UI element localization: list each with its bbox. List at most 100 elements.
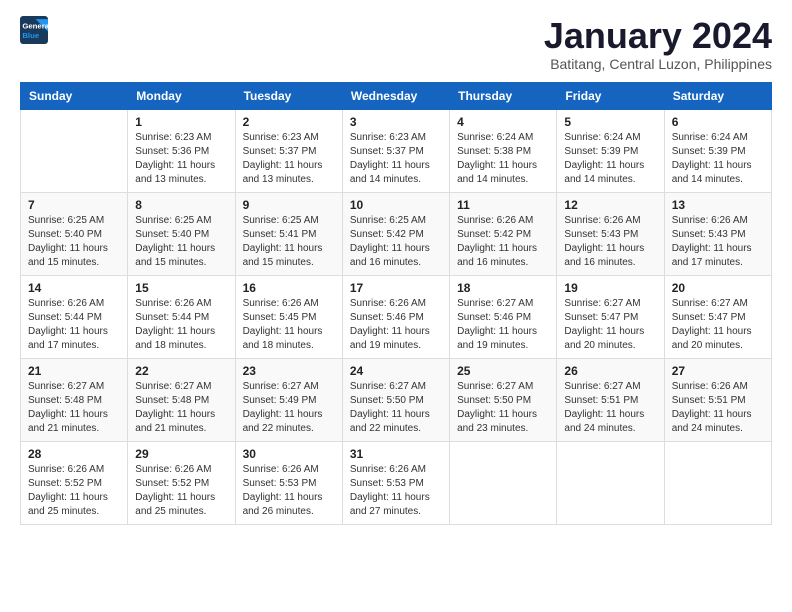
week-row-3: 21 Sunrise: 6:27 AM Sunset: 5:48 PM Dayl… bbox=[21, 358, 772, 441]
header: General Blue January 2024 Batitang, Cent… bbox=[20, 16, 772, 72]
day-info: Sunrise: 6:23 AM Sunset: 5:36 PM Dayligh… bbox=[135, 131, 227, 187]
calendar-cell: 8 Sunrise: 6:25 AM Sunset: 5:40 PM Dayli… bbox=[128, 192, 235, 275]
day-number: 5 bbox=[564, 115, 656, 129]
day-info: Sunrise: 6:27 AM Sunset: 5:47 PM Dayligh… bbox=[672, 297, 764, 353]
calendar-cell: 15 Sunrise: 6:26 AM Sunset: 5:44 PM Dayl… bbox=[128, 275, 235, 358]
day-info: Sunrise: 6:23 AM Sunset: 5:37 PM Dayligh… bbox=[350, 131, 442, 187]
day-info: Sunrise: 6:24 AM Sunset: 5:39 PM Dayligh… bbox=[564, 131, 656, 187]
day-number: 19 bbox=[564, 281, 656, 295]
day-number: 29 bbox=[135, 447, 227, 461]
day-info: Sunrise: 6:27 AM Sunset: 5:50 PM Dayligh… bbox=[457, 380, 549, 436]
day-header-sunday: Sunday bbox=[21, 82, 128, 109]
day-number: 21 bbox=[28, 364, 120, 378]
day-number: 14 bbox=[28, 281, 120, 295]
calendar-cell: 18 Sunrise: 6:27 AM Sunset: 5:46 PM Dayl… bbox=[450, 275, 557, 358]
day-number: 13 bbox=[672, 198, 764, 212]
day-number: 3 bbox=[350, 115, 442, 129]
calendar-cell: 4 Sunrise: 6:24 AM Sunset: 5:38 PM Dayli… bbox=[450, 109, 557, 192]
calendar-cell: 1 Sunrise: 6:23 AM Sunset: 5:36 PM Dayli… bbox=[128, 109, 235, 192]
day-number: 6 bbox=[672, 115, 764, 129]
day-info: Sunrise: 6:26 AM Sunset: 5:42 PM Dayligh… bbox=[457, 214, 549, 270]
calendar-cell: 31 Sunrise: 6:26 AM Sunset: 5:53 PM Dayl… bbox=[342, 441, 449, 524]
calendar-cell: 22 Sunrise: 6:27 AM Sunset: 5:48 PM Dayl… bbox=[128, 358, 235, 441]
day-info: Sunrise: 6:27 AM Sunset: 5:49 PM Dayligh… bbox=[243, 380, 335, 436]
title-section: January 2024 Batitang, Central Luzon, Ph… bbox=[544, 16, 772, 72]
day-number: 9 bbox=[243, 198, 335, 212]
day-info: Sunrise: 6:27 AM Sunset: 5:51 PM Dayligh… bbox=[564, 380, 656, 436]
calendar-subtitle: Batitang, Central Luzon, Philippines bbox=[544, 56, 772, 72]
day-number: 12 bbox=[564, 198, 656, 212]
calendar-cell: 5 Sunrise: 6:24 AM Sunset: 5:39 PM Dayli… bbox=[557, 109, 664, 192]
calendar-cell: 3 Sunrise: 6:23 AM Sunset: 5:37 PM Dayli… bbox=[342, 109, 449, 192]
calendar-cell: 14 Sunrise: 6:26 AM Sunset: 5:44 PM Dayl… bbox=[21, 275, 128, 358]
day-number: 25 bbox=[457, 364, 549, 378]
calendar-cell: 13 Sunrise: 6:26 AM Sunset: 5:43 PM Dayl… bbox=[664, 192, 771, 275]
day-number: 4 bbox=[457, 115, 549, 129]
calendar-cell: 30 Sunrise: 6:26 AM Sunset: 5:53 PM Dayl… bbox=[235, 441, 342, 524]
day-header-wednesday: Wednesday bbox=[342, 82, 449, 109]
week-row-1: 7 Sunrise: 6:25 AM Sunset: 5:40 PM Dayli… bbox=[21, 192, 772, 275]
day-number: 26 bbox=[564, 364, 656, 378]
day-info: Sunrise: 6:24 AM Sunset: 5:38 PM Dayligh… bbox=[457, 131, 549, 187]
calendar-cell: 2 Sunrise: 6:23 AM Sunset: 5:37 PM Dayli… bbox=[235, 109, 342, 192]
day-number: 23 bbox=[243, 364, 335, 378]
day-number: 31 bbox=[350, 447, 442, 461]
day-number: 30 bbox=[243, 447, 335, 461]
day-info: Sunrise: 6:26 AM Sunset: 5:43 PM Dayligh… bbox=[564, 214, 656, 270]
day-header-friday: Friday bbox=[557, 82, 664, 109]
day-header-thursday: Thursday bbox=[450, 82, 557, 109]
day-number: 10 bbox=[350, 198, 442, 212]
day-number: 18 bbox=[457, 281, 549, 295]
day-info: Sunrise: 6:26 AM Sunset: 5:44 PM Dayligh… bbox=[135, 297, 227, 353]
week-row-2: 14 Sunrise: 6:26 AM Sunset: 5:44 PM Dayl… bbox=[21, 275, 772, 358]
day-number: 7 bbox=[28, 198, 120, 212]
calendar-cell: 26 Sunrise: 6:27 AM Sunset: 5:51 PM Dayl… bbox=[557, 358, 664, 441]
calendar-cell: 20 Sunrise: 6:27 AM Sunset: 5:47 PM Dayl… bbox=[664, 275, 771, 358]
day-header-tuesday: Tuesday bbox=[235, 82, 342, 109]
day-number: 16 bbox=[243, 281, 335, 295]
day-number: 17 bbox=[350, 281, 442, 295]
day-number: 27 bbox=[672, 364, 764, 378]
calendar-cell: 29 Sunrise: 6:26 AM Sunset: 5:52 PM Dayl… bbox=[128, 441, 235, 524]
day-info: Sunrise: 6:26 AM Sunset: 5:46 PM Dayligh… bbox=[350, 297, 442, 353]
day-number: 15 bbox=[135, 281, 227, 295]
calendar-cell: 16 Sunrise: 6:26 AM Sunset: 5:45 PM Dayl… bbox=[235, 275, 342, 358]
calendar-cell: 17 Sunrise: 6:26 AM Sunset: 5:46 PM Dayl… bbox=[342, 275, 449, 358]
day-number: 20 bbox=[672, 281, 764, 295]
logo: General Blue bbox=[20, 16, 48, 44]
calendar-cell bbox=[557, 441, 664, 524]
calendar-cell: 7 Sunrise: 6:25 AM Sunset: 5:40 PM Dayli… bbox=[21, 192, 128, 275]
calendar-table: SundayMondayTuesdayWednesdayThursdayFrid… bbox=[20, 82, 772, 525]
day-header-monday: Monday bbox=[128, 82, 235, 109]
calendar-cell: 21 Sunrise: 6:27 AM Sunset: 5:48 PM Dayl… bbox=[21, 358, 128, 441]
day-header-saturday: Saturday bbox=[664, 82, 771, 109]
day-info: Sunrise: 6:25 AM Sunset: 5:42 PM Dayligh… bbox=[350, 214, 442, 270]
calendar-cell: 19 Sunrise: 6:27 AM Sunset: 5:47 PM Dayl… bbox=[557, 275, 664, 358]
day-info: Sunrise: 6:26 AM Sunset: 5:51 PM Dayligh… bbox=[672, 380, 764, 436]
day-info: Sunrise: 6:26 AM Sunset: 5:53 PM Dayligh… bbox=[243, 463, 335, 519]
calendar-title: January 2024 bbox=[544, 16, 772, 56]
calendar-cell: 12 Sunrise: 6:26 AM Sunset: 5:43 PM Dayl… bbox=[557, 192, 664, 275]
day-info: Sunrise: 6:25 AM Sunset: 5:40 PM Dayligh… bbox=[135, 214, 227, 270]
day-number: 24 bbox=[350, 364, 442, 378]
calendar-cell: 24 Sunrise: 6:27 AM Sunset: 5:50 PM Dayl… bbox=[342, 358, 449, 441]
calendar-cell: 23 Sunrise: 6:27 AM Sunset: 5:49 PM Dayl… bbox=[235, 358, 342, 441]
calendar-cell: 11 Sunrise: 6:26 AM Sunset: 5:42 PM Dayl… bbox=[450, 192, 557, 275]
day-info: Sunrise: 6:24 AM Sunset: 5:39 PM Dayligh… bbox=[672, 131, 764, 187]
day-number: 28 bbox=[28, 447, 120, 461]
day-info: Sunrise: 6:27 AM Sunset: 5:47 PM Dayligh… bbox=[564, 297, 656, 353]
day-info: Sunrise: 6:26 AM Sunset: 5:53 PM Dayligh… bbox=[350, 463, 442, 519]
day-info: Sunrise: 6:26 AM Sunset: 5:52 PM Dayligh… bbox=[135, 463, 227, 519]
day-info: Sunrise: 6:27 AM Sunset: 5:48 PM Dayligh… bbox=[28, 380, 120, 436]
day-number: 11 bbox=[457, 198, 549, 212]
calendar-cell: 10 Sunrise: 6:25 AM Sunset: 5:42 PM Dayl… bbox=[342, 192, 449, 275]
svg-text:General: General bbox=[22, 21, 48, 30]
day-info: Sunrise: 6:26 AM Sunset: 5:45 PM Dayligh… bbox=[243, 297, 335, 353]
week-row-0: 1 Sunrise: 6:23 AM Sunset: 5:36 PM Dayli… bbox=[21, 109, 772, 192]
calendar-cell: 9 Sunrise: 6:25 AM Sunset: 5:41 PM Dayli… bbox=[235, 192, 342, 275]
day-number: 8 bbox=[135, 198, 227, 212]
calendar-cell bbox=[664, 441, 771, 524]
calendar-cell: 28 Sunrise: 6:26 AM Sunset: 5:52 PM Dayl… bbox=[21, 441, 128, 524]
day-info: Sunrise: 6:26 AM Sunset: 5:44 PM Dayligh… bbox=[28, 297, 120, 353]
week-row-4: 28 Sunrise: 6:26 AM Sunset: 5:52 PM Dayl… bbox=[21, 441, 772, 524]
